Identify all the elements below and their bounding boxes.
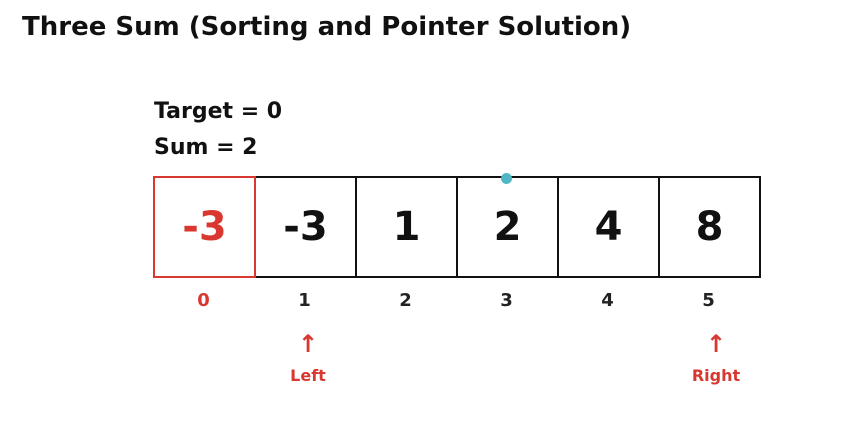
array-cell-1: -3 — [254, 176, 357, 278]
page-title: Three Sum (Sorting and Pointer Solution) — [22, 12, 632, 42]
index-row: 0 1 2 3 4 5 — [153, 290, 759, 311]
array-index-0: 0 — [197, 290, 210, 311]
array-index-4: 4 — [601, 290, 614, 311]
array-index-1: 1 — [298, 290, 311, 311]
array-cell-5: 8 — [658, 176, 761, 278]
array-cell-3: 2 — [456, 176, 559, 278]
array-cell-2: 1 — [355, 176, 458, 278]
right-pointer-label: Right — [691, 366, 741, 385]
right-pointer: ↑ Right — [676, 332, 756, 385]
array-cell-0: -3 — [153, 176, 256, 278]
arrow-up-icon: ↑ — [297, 330, 319, 358]
arrow-up-icon: ↑ — [705, 330, 727, 358]
array-index-3: 3 — [500, 290, 513, 311]
cursor-dot — [501, 173, 512, 184]
array-index-5: 5 — [702, 290, 715, 311]
target-label: Target = 0 — [154, 99, 283, 124]
left-pointer-label: Left — [290, 366, 326, 385]
array-index-2: 2 — [399, 290, 412, 311]
array-row: -3 -3 1 2 4 8 — [153, 176, 761, 278]
array-cell-4: 4 — [557, 176, 660, 278]
left-pointer: ↑ Left — [268, 332, 348, 385]
sum-label: Sum = 2 — [154, 135, 258, 160]
